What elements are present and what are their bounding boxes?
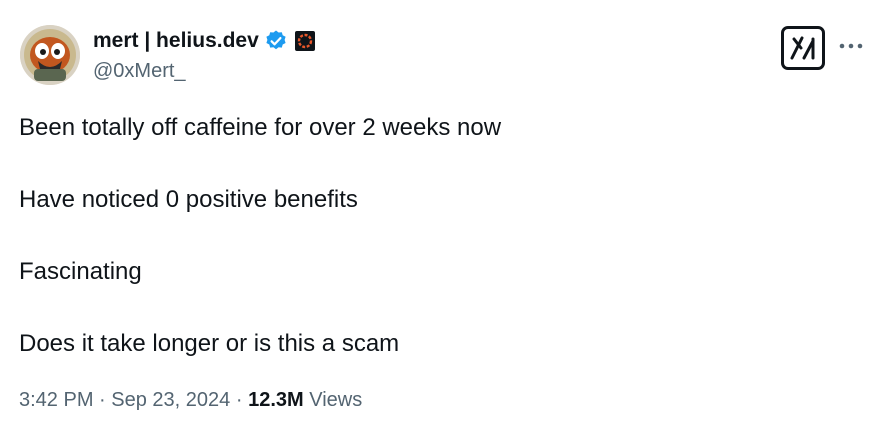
grok-button[interactable] [781,26,825,70]
tweet-text: Been totally off caffeine for over 2 wee… [19,110,859,362]
tweet-meta: 3:42 PM · Sep 23, 2024 · 12.3M Views [19,385,362,415]
tweet-line-3: Fascinating [19,258,142,285]
tweet-line-spacer [19,218,859,254]
author-name-row: mert | helius.dev [93,28,316,54]
tweet-line-4: Does it take longer or is this a scam [19,330,400,357]
grok-icon [790,36,815,60]
views-label: Views [309,389,363,411]
tweet-line-spacer [19,290,859,326]
tweet-line-2: Have noticed 0 positive benefits [19,186,358,213]
author-display-name[interactable]: mert | helius.dev [93,28,259,54]
meta-separator: · [99,389,106,411]
meta-separator: · [235,389,243,411]
author-handle[interactable]: @0xMert_ [93,58,186,84]
tweet-line-1: Been totally off caffeine for over 2 wee… [19,114,502,141]
more-options-icon [839,43,863,49]
views-count[interactable]: 12.3M [248,389,304,411]
tweet-timestamp-date[interactable]: Sep 23, 2024 [111,389,230,411]
organization-affiliate-badge-icon[interactable] [294,30,316,52]
cartoon-bird-avatar-icon [20,25,80,85]
avatar[interactable] [20,25,80,85]
tweet-timestamp-time[interactable]: 3:42 PM [19,389,93,411]
verified-badge-icon[interactable] [264,29,288,53]
tweet-card: mert | helius.dev @0xMert_ Been totally … [0,0,884,428]
more-options-button[interactable] [836,34,866,58]
tweet-line-spacer [19,146,859,182]
